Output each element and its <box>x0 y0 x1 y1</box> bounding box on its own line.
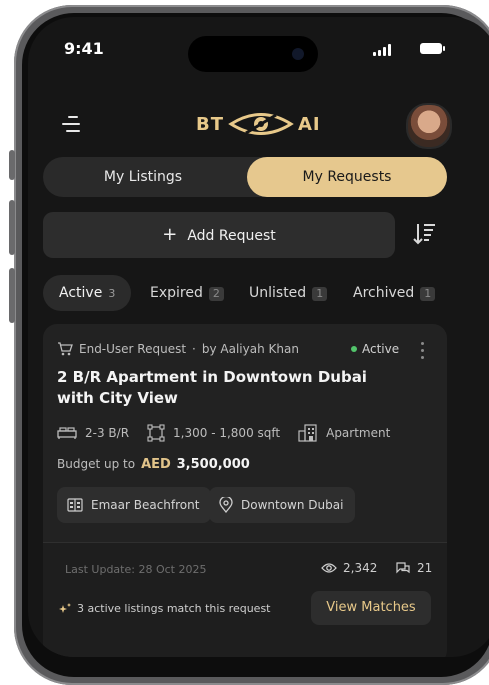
bedrooms-value: 2-3 B/R <box>85 426 130 440</box>
location-tag-community[interactable]: Emaar Beachfront <box>57 487 212 523</box>
sparkle-icon <box>59 602 71 613</box>
eye-logo-icon <box>228 113 294 135</box>
building-icon <box>298 424 317 442</box>
cart-icon <box>58 342 73 356</box>
app-screen: 9:41 BT AI My Listings My Requests + Add… <box>28 17 489 657</box>
budget-row: Budget up to AED 3,500,000 <box>57 457 250 472</box>
tab-my-listings[interactable]: My Listings <box>43 157 243 197</box>
sort-icon[interactable] <box>412 221 438 247</box>
chat-bubble-icon <box>396 562 410 574</box>
budget-value: 3,500,000 <box>176 457 250 472</box>
eye-icon <box>321 563 337 573</box>
filter-expired[interactable]: Expired 2 <box>150 275 224 311</box>
request-owner: by Aaliyah Khan <box>201 342 299 356</box>
request-title: 2 B/R Apartment in Downtown Dubai with C… <box>57 368 367 407</box>
filter-label: Active <box>59 285 103 301</box>
spec-property-type: Apartment <box>298 424 390 442</box>
app-header: BT AI <box>28 97 489 153</box>
comments-count: 21 <box>395 561 432 575</box>
status-bar: 9:41 <box>28 17 489 77</box>
spec-bedrooms: 2-3 B/R <box>57 426 129 440</box>
brand-text-right: AI <box>298 113 321 135</box>
matches-summary: 3 active listings match this request <box>59 602 271 615</box>
spec-area: 1,300 - 1,800 sqft <box>147 424 280 442</box>
status-badge: Active <box>351 342 399 356</box>
avatar[interactable] <box>406 103 452 149</box>
battery-icon <box>420 43 445 54</box>
filter-active[interactable]: Active 3 <box>43 275 132 311</box>
property-type-value: Apartment <box>326 426 391 440</box>
brand-logo: BT AI <box>196 109 321 139</box>
camera-icon <box>292 48 304 60</box>
filter-label: Unlisted <box>249 285 307 301</box>
tab-my-requests[interactable]: My Requests <box>247 157 447 197</box>
location-tag-area[interactable]: Downtown Dubai <box>209 487 356 523</box>
action-button <box>9 150 15 180</box>
area-value: 1,300 - 1,800 sqft <box>173 426 281 440</box>
tag-label: Downtown Dubai <box>241 498 344 512</box>
location-pin-icon <box>219 497 233 513</box>
more-options-icon[interactable] <box>417 340 427 362</box>
filter-label: Archived <box>353 285 415 301</box>
view-matches-button[interactable]: View Matches <box>311 591 431 625</box>
meta-separator: · <box>192 342 196 356</box>
views-value: 2,342 <box>343 561 378 575</box>
request-type: End-User Request <box>79 342 187 356</box>
bed-icon <box>57 427 77 439</box>
building-icon <box>67 498 83 512</box>
status-label: Active <box>362 342 400 356</box>
tag-label: Emaar Beachfront <box>91 498 200 512</box>
filter-unlisted[interactable]: Unlisted 1 <box>249 275 328 311</box>
add-request-button[interactable]: + Add Request <box>43 212 395 258</box>
filter-count: 2 <box>208 287 224 301</box>
request-specs: 2-3 B/R 1,300 - 1,800 sqft Apartment <box>57 424 408 442</box>
budget-currency: AED <box>141 457 171 472</box>
filter-count: 3 <box>108 287 116 300</box>
dynamic-island <box>188 36 318 72</box>
filter-archived[interactable]: Archived 1 <box>353 275 436 311</box>
add-request-label: Add Request <box>187 228 276 244</box>
plus-icon: + <box>162 224 178 245</box>
filter-count: 1 <box>420 287 436 301</box>
budget-label: Budget up to <box>57 457 136 471</box>
status-time: 9:41 <box>64 39 104 58</box>
area-icon <box>147 424 165 442</box>
menu-icon[interactable] <box>62 114 84 134</box>
filter-label: Expired <box>150 285 203 301</box>
card-footer: Last Update: 28 Oct 2025 2,342 21 3 acti… <box>43 543 447 657</box>
volume-down-button <box>9 268 15 323</box>
request-meta: End-User Request · by Aaliyah Khan <box>57 342 299 356</box>
brand-text-left: BT <box>196 113 224 135</box>
request-card[interactable]: End-User Request · by Aaliyah Khan Activ… <box>43 324 447 657</box>
listing-tabs: My Listings My Requests <box>43 157 447 197</box>
status-filters: Active 3 Expired 2 Unlisted 1 Archived 1 <box>43 275 489 311</box>
filter-count: 1 <box>312 287 328 301</box>
status-dot-icon <box>351 346 357 352</box>
views-count: 2,342 <box>321 561 377 575</box>
signal-icon <box>373 44 391 56</box>
volume-up-button <box>9 200 15 255</box>
comments-value: 21 <box>417 561 433 575</box>
last-update: Last Update: 28 Oct 2025 <box>65 563 207 576</box>
matches-text: 3 active listings match this request <box>77 602 271 615</box>
